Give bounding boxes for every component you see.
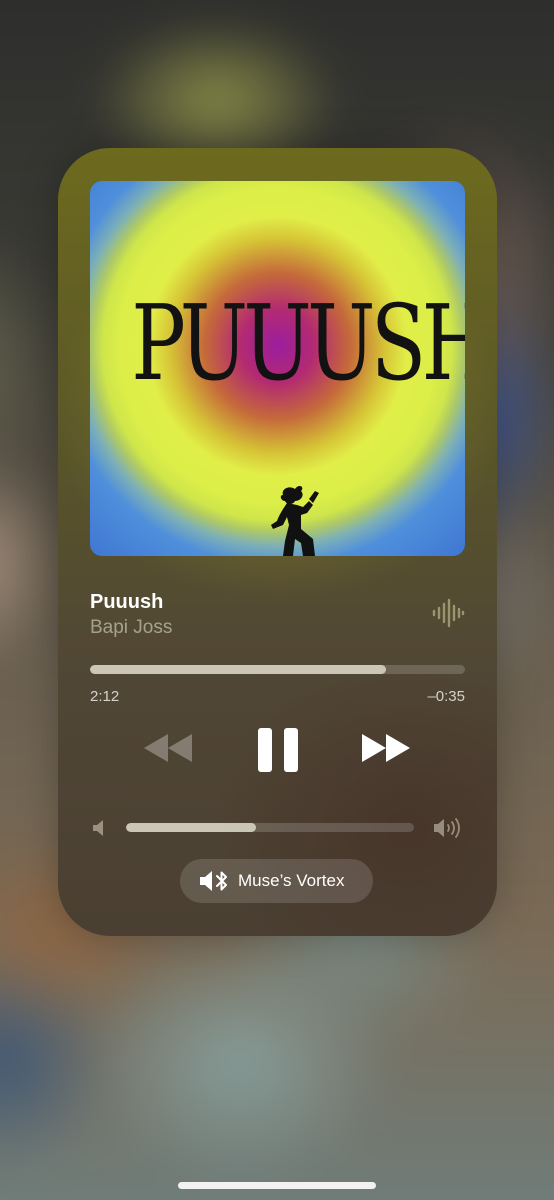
track-artist[interactable]: Bapi Joss (90, 617, 172, 639)
output-device-label: Muse’s Vortex (238, 871, 345, 890)
pause-button[interactable] (254, 726, 302, 774)
speaker-bluetooth-icon (200, 871, 227, 891)
album-artwork-title: PUUUSH (131, 282, 465, 404)
rewind-button[interactable] (140, 730, 196, 766)
playback-scrubber[interactable] (90, 665, 465, 674)
volume-slider-fill (126, 823, 256, 832)
output-device-button[interactable]: Muse’s Vortex (180, 859, 373, 903)
pause-icon (258, 728, 298, 772)
volume-slider[interactable] (126, 823, 414, 832)
forward-button[interactable] (358, 730, 414, 766)
running-figure-icon (271, 485, 319, 556)
now-playing-card: PUUUSH Puuush Bapi Joss 2:12 –0:35 Muse’… (58, 148, 497, 936)
backward-icon (144, 734, 192, 762)
time-elapsed: 2:12 (90, 688, 120, 705)
album-artwork: PUUUSH (90, 181, 465, 556)
home-indicator[interactable] (178, 1182, 376, 1189)
volume-high-icon (434, 818, 460, 838)
volume-low-icon (93, 820, 103, 836)
track-title: Puuush (90, 591, 164, 613)
playback-scrubber-fill (90, 665, 387, 674)
forward-icon (362, 734, 410, 762)
waveform-icon (432, 598, 465, 628)
time-remaining: –0:35 (427, 688, 465, 705)
